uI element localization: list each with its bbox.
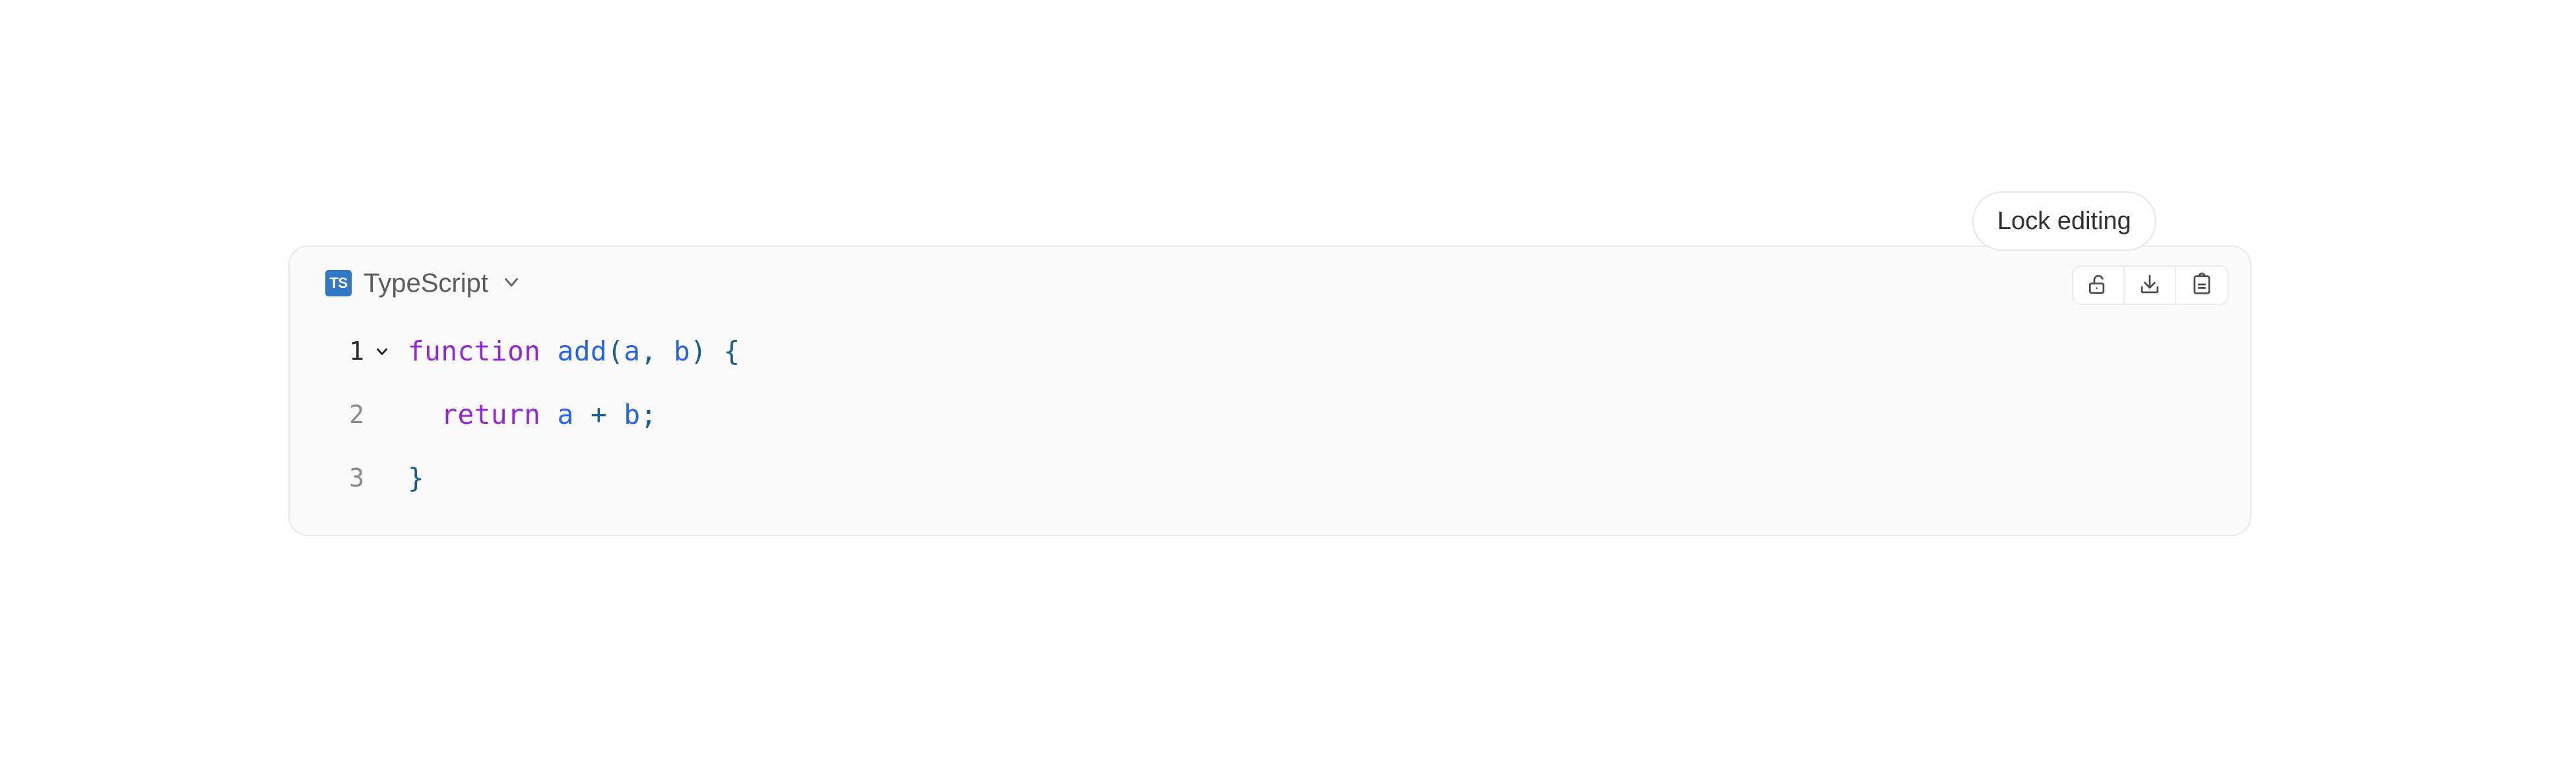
code-line-text: return a + b; <box>441 399 657 430</box>
tooltip-label: Lock editing <box>1997 207 2131 235</box>
language-label: TypeScript <box>364 269 488 298</box>
line-number: 1 <box>349 337 364 366</box>
code-line[interactable]: 1 function add(a, b) { <box>290 319 2250 383</box>
code-block-card: TS TypeScript 1 function add(a, b) {2 r… <box>288 246 2251 536</box>
code-block-toolbar <box>2072 265 2229 305</box>
code-line-text: } <box>408 462 425 494</box>
code-line-text: function add(a, b) { <box>408 335 740 367</box>
fold-chevron-down-icon[interactable] <box>364 343 400 360</box>
copy-button[interactable] <box>2176 267 2228 304</box>
unlock-icon <box>2086 272 2111 299</box>
lock-editing-button[interactable] <box>2073 267 2125 304</box>
line-number: 3 <box>349 463 364 492</box>
download-button[interactable] <box>2125 267 2176 304</box>
lock-editing-tooltip: Lock editing <box>1972 191 2156 251</box>
code-editor[interactable]: 1 function add(a, b) {2 return a + b; 3} <box>290 319 2250 535</box>
typescript-icon: TS <box>325 270 352 296</box>
code-line[interactable]: 3} <box>290 446 2250 510</box>
language-selector[interactable]: TS TypeScript <box>323 266 525 300</box>
chevron-down-icon <box>500 271 523 296</box>
code-line[interactable]: 2 return a + b; <box>290 383 2250 446</box>
code-block-header: TS TypeScript <box>290 247 2250 319</box>
download-icon <box>2137 272 2162 299</box>
clipboard-icon <box>2189 272 2214 299</box>
line-number: 2 <box>349 400 364 429</box>
